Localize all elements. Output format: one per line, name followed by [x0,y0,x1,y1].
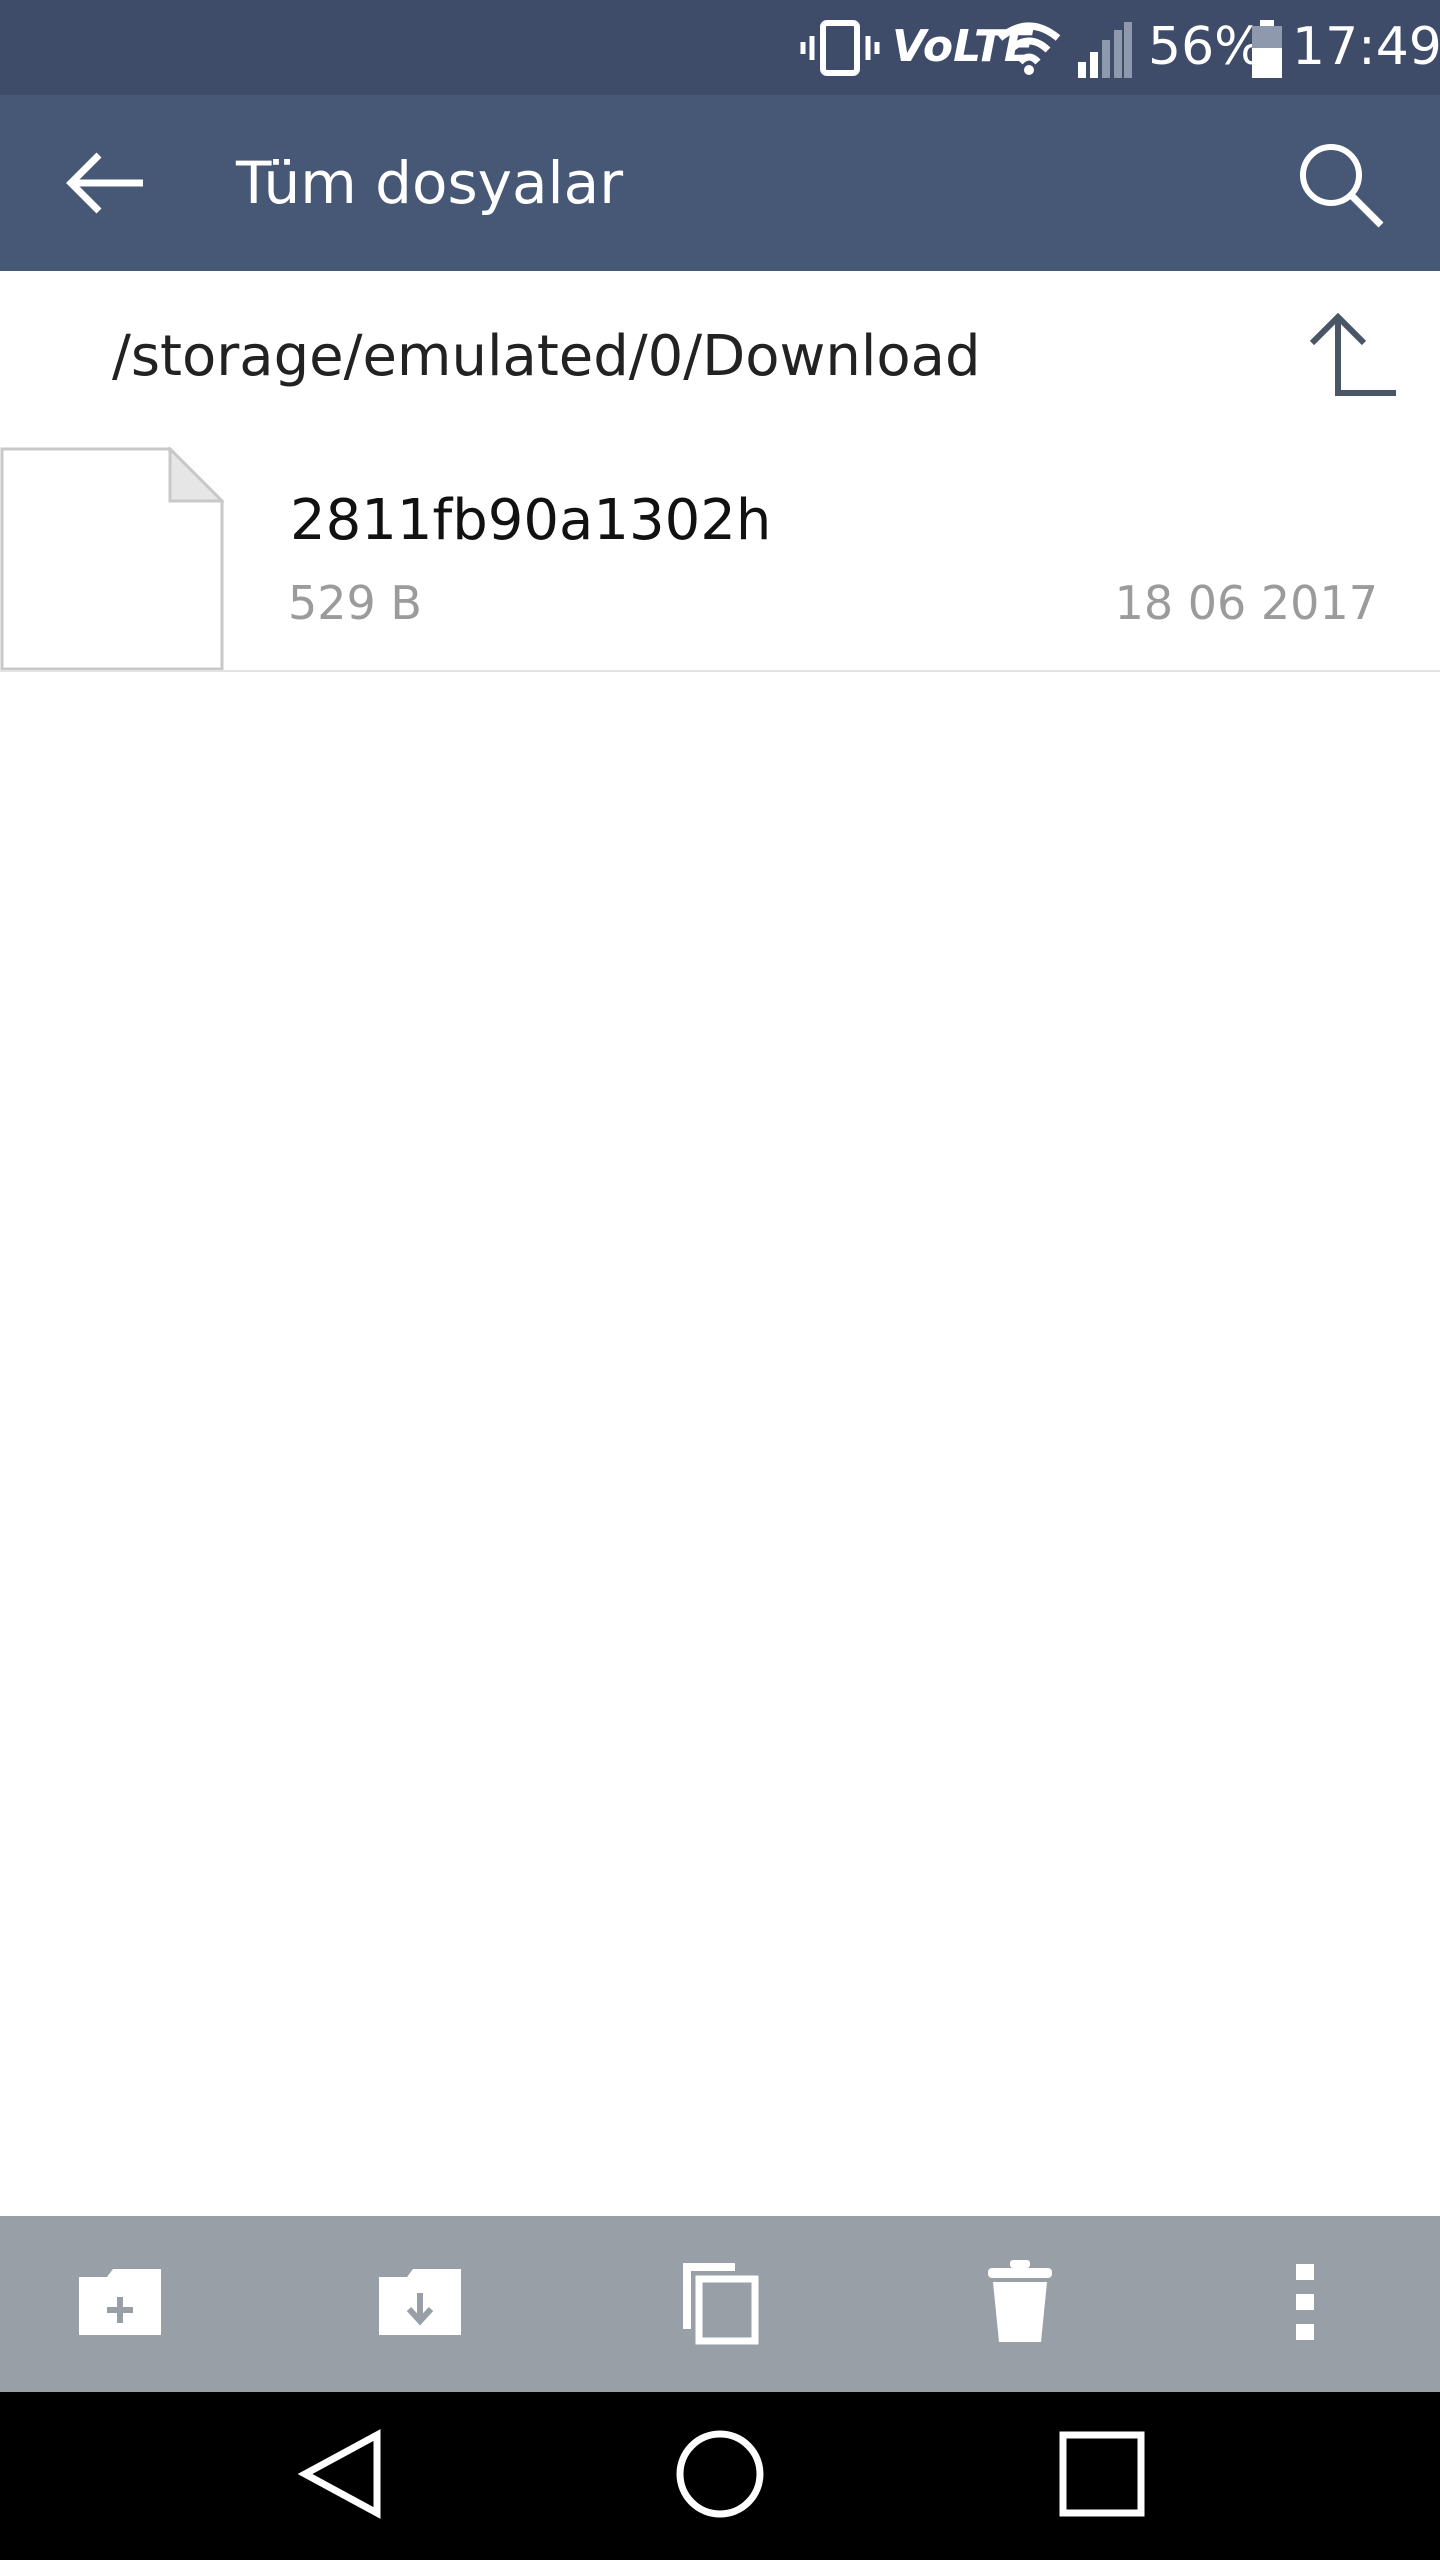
copy-icon [679,2259,761,2349]
nav-home-icon [674,2428,766,2524]
clock: 17:49 [1292,17,1440,77]
battery-percent: 56% [1148,17,1264,77]
path-bar: /storage/emulated/0/Download [0,271,1440,443]
nav-recents-button[interactable] [1012,2392,1192,2560]
file-icon [0,445,226,671]
volte-icon: VoLTE [892,21,1034,72]
current-path: /storage/emulated/0/Download [112,324,981,389]
nav-recents-icon [1059,2431,1145,2521]
app-bar: Tüm dosyalar [0,95,1440,271]
file-date: 18 06 2017 [1114,576,1378,630]
nav-back-icon [295,2429,385,2523]
navigation-bar [0,2392,1440,2560]
trash-icon [985,2260,1055,2348]
signal-icon [1076,22,1132,78]
download-folder-button[interactable] [340,2216,500,2392]
search-button[interactable] [1280,131,1400,241]
back-arrow-icon [63,151,147,219]
parent-folder-button[interactable] [1296,307,1406,407]
page-title: Tüm dosyalar [236,149,624,217]
copy-button[interactable] [640,2216,800,2392]
more-options-button[interactable] [1226,2216,1386,2392]
vibrate-icon [800,18,880,78]
delete-button[interactable] [940,2216,1100,2392]
nav-home-button[interactable] [630,2392,810,2560]
divider [0,670,1440,672]
search-icon [1295,139,1385,233]
new-folder-button[interactable] [40,2216,200,2392]
new-folder-icon [77,2267,163,2341]
file-size: 529 B [288,576,422,630]
status-bar: VoLTE 56% 17:49 [0,0,1440,95]
wifi-icon [996,20,1062,76]
battery-icon [1250,20,1284,78]
file-name: 2811fb90a1302h [290,488,772,553]
parent-folder-icon [1304,312,1398,401]
bottom-toolbar [0,2216,1440,2392]
nav-back-button[interactable] [250,2392,430,2560]
back-button[interactable] [40,135,170,235]
list-item[interactable]: 2811fb90a1302h 529 B 18 06 2017 [0,445,1440,672]
download-folder-icon [377,2267,463,2341]
more-vert-icon [1294,2262,1318,2346]
